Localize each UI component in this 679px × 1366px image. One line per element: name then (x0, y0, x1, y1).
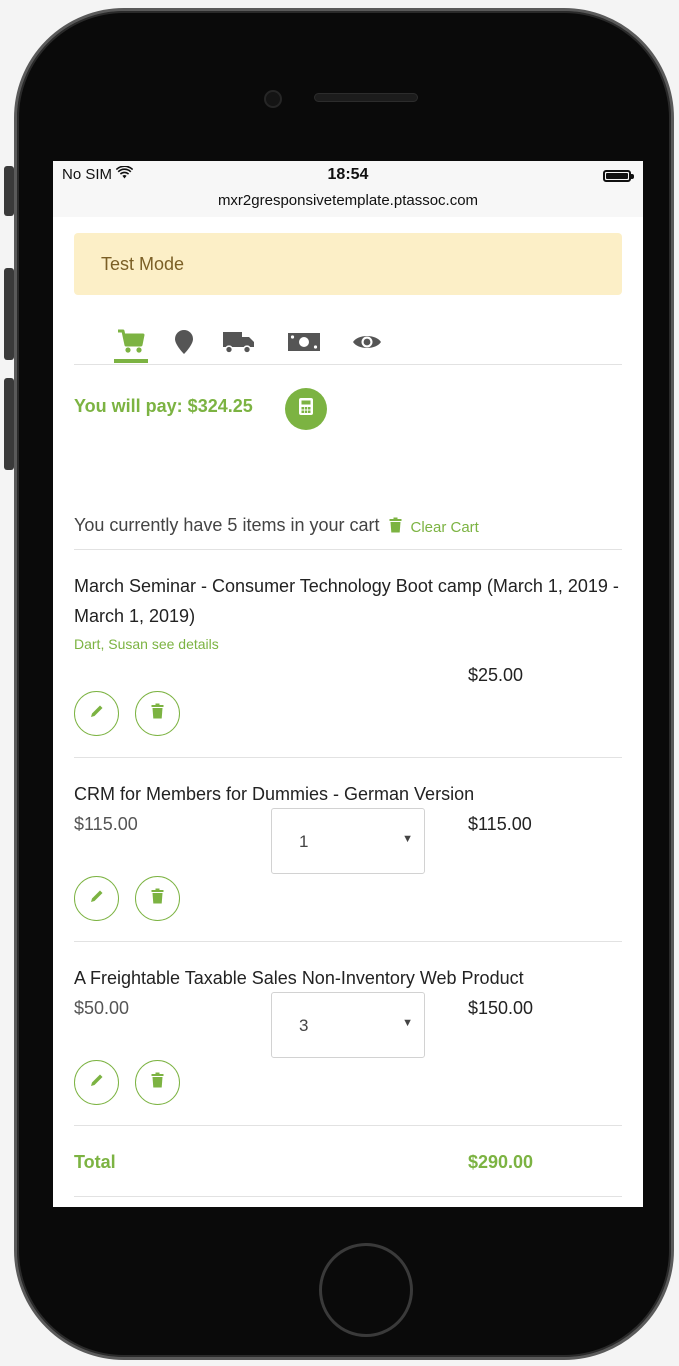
total-label: Total (74, 1152, 116, 1172)
item-name: A Freightable Taxable Sales Non-Inventor… (74, 968, 524, 988)
item-name: CRM for Members for Dummies - German Ver… (74, 784, 475, 804)
battery-icon (603, 170, 634, 182)
quantity-select[interactable]: 3 ▼ (271, 992, 425, 1058)
amount-to-pay: You will pay: $324.25 (74, 396, 253, 416)
item-line-total: $25.00 (468, 665, 524, 685)
cart-item: March Seminar - Consumer Technology Boot… (74, 550, 622, 758)
total-value: $290.00 (468, 1152, 534, 1172)
earpiece-speaker (314, 93, 418, 102)
checkout-steps-nav (74, 295, 622, 365)
item-unit-price: $50.00 (74, 998, 130, 1018)
item-line-total: $150.00 (468, 998, 534, 1018)
money-icon (287, 331, 321, 358)
quantity-value: 1 (299, 832, 309, 851)
trash-icon (389, 517, 410, 537)
delete-item-button[interactable] (135, 691, 180, 736)
checkout-content: Test Mode You will pay: $324.25 You curr… (74, 217, 622, 1197)
cart-summary-row: You currently have 5 items in your cart … (74, 515, 622, 550)
test-mode-banner: Test Mode (74, 233, 622, 295)
attendee-name: Dart, Susan (74, 636, 148, 652)
calculator-button[interactable] (285, 388, 327, 430)
front-camera (264, 90, 282, 108)
eye-icon (352, 331, 382, 358)
pencil-icon (89, 1072, 105, 1093)
edit-item-button[interactable] (74, 876, 119, 921)
clear-cart-label: Clear Cart (410, 518, 479, 536)
item-line-total: $115.00 (468, 814, 532, 834)
step-payment[interactable] (287, 330, 321, 358)
delete-item-button[interactable] (135, 1060, 180, 1105)
home-button[interactable] (319, 1243, 413, 1337)
cart-item: A Freightable Taxable Sales Non-Inventor… (74, 942, 622, 1126)
pencil-icon (89, 703, 105, 724)
cart-item: CRM for Members for Dummies - German Ver… (74, 758, 622, 942)
step-shipping[interactable] (222, 330, 256, 358)
cart-total-row: Total $290.00 (74, 1126, 622, 1197)
cart-icon (117, 329, 145, 360)
delete-item-button[interactable] (135, 876, 180, 921)
trash-icon (151, 703, 164, 724)
cart-summary-text: You currently have 5 items in your cart (74, 515, 380, 535)
map-marker-icon (174, 329, 194, 360)
truck-icon (222, 330, 256, 359)
quantity-select[interactable]: 1 ▼ (271, 808, 425, 874)
mute-switch (4, 166, 14, 216)
trash-icon (151, 888, 164, 909)
calculator-icon (298, 397, 314, 421)
step-address[interactable] (167, 329, 201, 360)
see-details-link[interactable]: see details (152, 636, 219, 652)
edit-item-button[interactable] (74, 691, 119, 736)
volume-up-button (4, 268, 14, 360)
payment-summary: You will pay: $324.25 (74, 365, 622, 515)
pencil-icon (89, 888, 105, 909)
phone-screen: No SIM 18:54 mxr2gresponsivetemplate.pta… (53, 161, 643, 1207)
clear-cart-link[interactable]: Clear Cart (389, 515, 479, 537)
status-bar: No SIM 18:54 mxr2gresponsivetemplate.pta… (53, 161, 643, 217)
dropdown-arrow-icon: ▼ (402, 833, 413, 845)
clock: 18:54 (327, 166, 369, 183)
address-bar-url[interactable]: mxr2gresponsivetemplate.ptassoc.com (53, 192, 643, 209)
volume-down-button (4, 378, 14, 470)
trash-icon (151, 1072, 164, 1093)
attendee-info: Dart, Susan see details (74, 636, 622, 652)
edit-item-button[interactable] (74, 1060, 119, 1105)
step-review[interactable] (350, 330, 384, 358)
item-unit-price: $115.00 (74, 814, 138, 834)
quantity-value: 3 (299, 1016, 309, 1035)
item-name: March Seminar - Consumer Technology Boot… (74, 576, 619, 626)
dropdown-arrow-icon: ▼ (402, 1017, 413, 1029)
step-cart[interactable] (114, 329, 148, 363)
